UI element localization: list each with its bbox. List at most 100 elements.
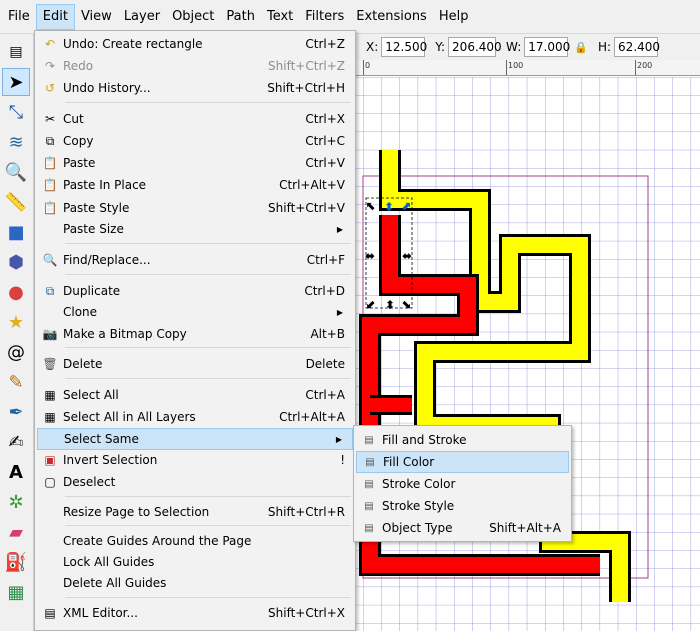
- h-field[interactable]: 62.400: [614, 37, 660, 57]
- menu-item-redo[interactable]: ↷ Redo Shift+Ctrl+Z: [37, 55, 353, 77]
- menu-separator: [65, 597, 351, 598]
- menu-item-invert-selection[interactable]: ▣ Invert Selection !: [37, 449, 353, 471]
- menu-item-select-all[interactable]: ▦ Select All Ctrl+A: [37, 384, 353, 406]
- menu-item-lock-guides[interactable]: Lock All Guides: [37, 551, 353, 573]
- paste-icon: 📋: [42, 156, 58, 170]
- scale-handle-se[interactable]: ⬊: [401, 297, 411, 311]
- selector-tool-icon[interactable]: ➤: [2, 68, 30, 96]
- menu-item-label: Lock All Guides: [63, 555, 155, 569]
- lock-icon[interactable]: 🔒: [574, 41, 588, 54]
- submenu-arrow-icon: ▶: [336, 224, 343, 234]
- menu-item-label: Copy: [63, 134, 94, 148]
- scale-handle-nw[interactable]: ⬉: [366, 199, 376, 213]
- gradient-tool-icon[interactable]: ▦: [2, 578, 30, 606]
- scale-handle-e[interactable]: ⬌: [402, 249, 412, 263]
- 3d-box-tool-icon[interactable]: ⬢: [2, 248, 30, 276]
- menu-item-label: Clone: [63, 305, 98, 319]
- menu-help[interactable]: Help: [433, 4, 475, 30]
- menu-item-select-same[interactable]: Select Same ▶: [37, 428, 353, 450]
- calligraphy-tool-icon[interactable]: ✍: [2, 428, 30, 456]
- find-icon: 🔍: [42, 253, 58, 267]
- menu-view[interactable]: View: [75, 4, 118, 30]
- menu-item-delete-guides[interactable]: Delete All Guides: [37, 572, 353, 594]
- menu-item-undo[interactable]: ↶ Undo: Create rectangle Ctrl+Z: [37, 33, 353, 55]
- menu-item-paste[interactable]: 📋 Paste Ctrl+V: [37, 152, 353, 174]
- submenu-item-label: Object Type: [382, 521, 453, 535]
- menu-file[interactable]: File: [2, 4, 36, 30]
- menu-item-create-guides[interactable]: Create Guides Around the Page: [37, 530, 353, 552]
- menu-item-copy[interactable]: ⧉ Copy Ctrl+C: [37, 130, 353, 152]
- ellipse-tool-icon[interactable]: ●: [2, 278, 30, 306]
- horizontal-ruler: 0 100 200: [356, 60, 700, 76]
- paint-bucket-tool-icon[interactable]: ⛽: [2, 548, 30, 576]
- menu-item-deselect[interactable]: ▢ Deselect: [37, 471, 353, 493]
- menu-separator: [65, 378, 351, 379]
- menu-item-delete[interactable]: 🗑 Delete Delete: [37, 353, 353, 375]
- star-tool-icon[interactable]: ★: [2, 308, 30, 336]
- rectangle-tool-icon[interactable]: ■: [2, 218, 30, 246]
- scale-handle-sw[interactable]: ⬋: [366, 297, 376, 311]
- menu-item-select-all-layers[interactable]: ▦ Select All in All Layers Ctrl+Alt+A: [37, 406, 353, 428]
- submenu-item-stroke-color[interactable]: ▤ Stroke Color: [356, 473, 569, 495]
- menu-object[interactable]: Object: [166, 4, 220, 30]
- spray-tool-icon[interactable]: ✲: [2, 488, 30, 516]
- menu-item-shortcut: Ctrl+V: [305, 156, 345, 170]
- h-label: H:: [597, 40, 612, 54]
- scale-handle-ne[interactable]: ⬈: [401, 199, 411, 213]
- menu-item-shortcut: Alt+B: [310, 327, 345, 341]
- menu-item-cut[interactable]: ✂ Cut Ctrl+X: [37, 108, 353, 130]
- menu-item-paste-style[interactable]: 📋 Paste Style Shift+Ctrl+V: [37, 197, 353, 219]
- tweak-tool-icon[interactable]: ≋: [2, 128, 30, 156]
- menu-item-label: Paste: [63, 156, 96, 170]
- submenu-item-fill-color[interactable]: ▤ Fill Color: [356, 451, 569, 473]
- menu-item-clone[interactable]: Clone ▶: [37, 301, 353, 323]
- menu-item-resize-page[interactable]: Resize Page to Selection Shift+Ctrl+R: [37, 501, 353, 523]
- scissors-icon: ✂: [44, 112, 56, 126]
- menu-item-shortcut: Shift+Ctrl+X: [268, 606, 345, 620]
- drawing-canvas[interactable]: ⬉ ⬍ ⬈ ⬌ ⬌ ⬋ ⬍ ⬊: [356, 77, 700, 631]
- spiral-tool-icon[interactable]: @: [2, 338, 30, 366]
- menu-path[interactable]: Path: [220, 4, 261, 30]
- menu-item-shortcut: Ctrl+X: [305, 112, 345, 126]
- menu-item-undo-history[interactable]: ↺ Undo History... Shift+Ctrl+H: [37, 77, 353, 99]
- menu-extensions[interactable]: Extensions: [350, 4, 433, 30]
- scale-handle-s[interactable]: ⬍: [385, 298, 395, 312]
- text-tool-icon[interactable]: A: [2, 458, 30, 486]
- menu-separator: [65, 274, 351, 275]
- zoom-tool-icon[interactable]: 🔍: [2, 158, 30, 186]
- menu-item-find-replace[interactable]: 🔍 Find/Replace... Ctrl+F: [37, 249, 353, 271]
- measure-tool-icon[interactable]: 📏: [2, 188, 30, 216]
- menu-item-bitmap-copy[interactable]: 📷 Make a Bitmap Copy Alt+B: [37, 323, 353, 345]
- scale-handle-n[interactable]: ⬍: [384, 200, 394, 214]
- toolbox: ▤ ➤ ⤡ ≋ 🔍 📏 ■ ⬢ ● ★ @ ✎ ✒ ✍ A ✲ ▰ ⛽ ▦: [0, 34, 34, 631]
- eraser-tool-icon[interactable]: ▰: [2, 518, 30, 546]
- menu-item-xml-editor[interactable]: ▤ XML Editor... Shift+Ctrl+X: [37, 602, 353, 624]
- menu-edit[interactable]: Edit: [35, 3, 75, 30]
- menu-filters[interactable]: Filters: [299, 4, 350, 30]
- menu-item-label: Paste Size: [63, 222, 124, 236]
- submenu-item-object-type[interactable]: ▤ Object Type Shift+Alt+A: [356, 517, 569, 539]
- menu-layer[interactable]: Layer: [118, 4, 166, 30]
- menu-item-paste-in-place[interactable]: 📋 Paste In Place Ctrl+Alt+V: [37, 174, 353, 196]
- y-field[interactable]: 206.400: [448, 37, 502, 57]
- menu-item-shortcut: Ctrl+Alt+A: [279, 410, 345, 424]
- menu-item-label: XML Editor...: [63, 606, 138, 620]
- menu-item-paste-size[interactable]: Paste Size ▶: [37, 218, 353, 240]
- x-field[interactable]: 12.500: [381, 37, 427, 57]
- trash-icon: 🗑: [42, 357, 58, 371]
- w-field[interactable]: 17.000: [524, 37, 570, 57]
- menu-text[interactable]: Text: [261, 4, 299, 30]
- submenu-item-fill-and-stroke[interactable]: ▤ Fill and Stroke: [356, 429, 569, 451]
- tool-controls-bar: X: 12.500 Y: 206.400 W: 17.000 🔒 H: 62.4…: [356, 34, 700, 60]
- menu-item-label: Select All in All Layers: [63, 410, 196, 424]
- pen-tool-icon[interactable]: ✒: [2, 398, 30, 426]
- commands-icon[interactable]: ▤: [2, 38, 30, 66]
- menu-item-shortcut: Ctrl+Alt+V: [279, 178, 345, 192]
- node-tool-icon[interactable]: ⤡: [2, 98, 30, 126]
- pencil-tool-icon[interactable]: ✎: [2, 368, 30, 396]
- menu-item-duplicate[interactable]: ⧉ Duplicate Ctrl+D: [37, 280, 353, 302]
- scale-handle-w[interactable]: ⬌: [365, 249, 375, 263]
- select-same-icon: ▤: [364, 522, 374, 534]
- submenu-arrow-icon: ▶: [335, 434, 342, 444]
- submenu-item-stroke-style[interactable]: ▤ Stroke Style: [356, 495, 569, 517]
